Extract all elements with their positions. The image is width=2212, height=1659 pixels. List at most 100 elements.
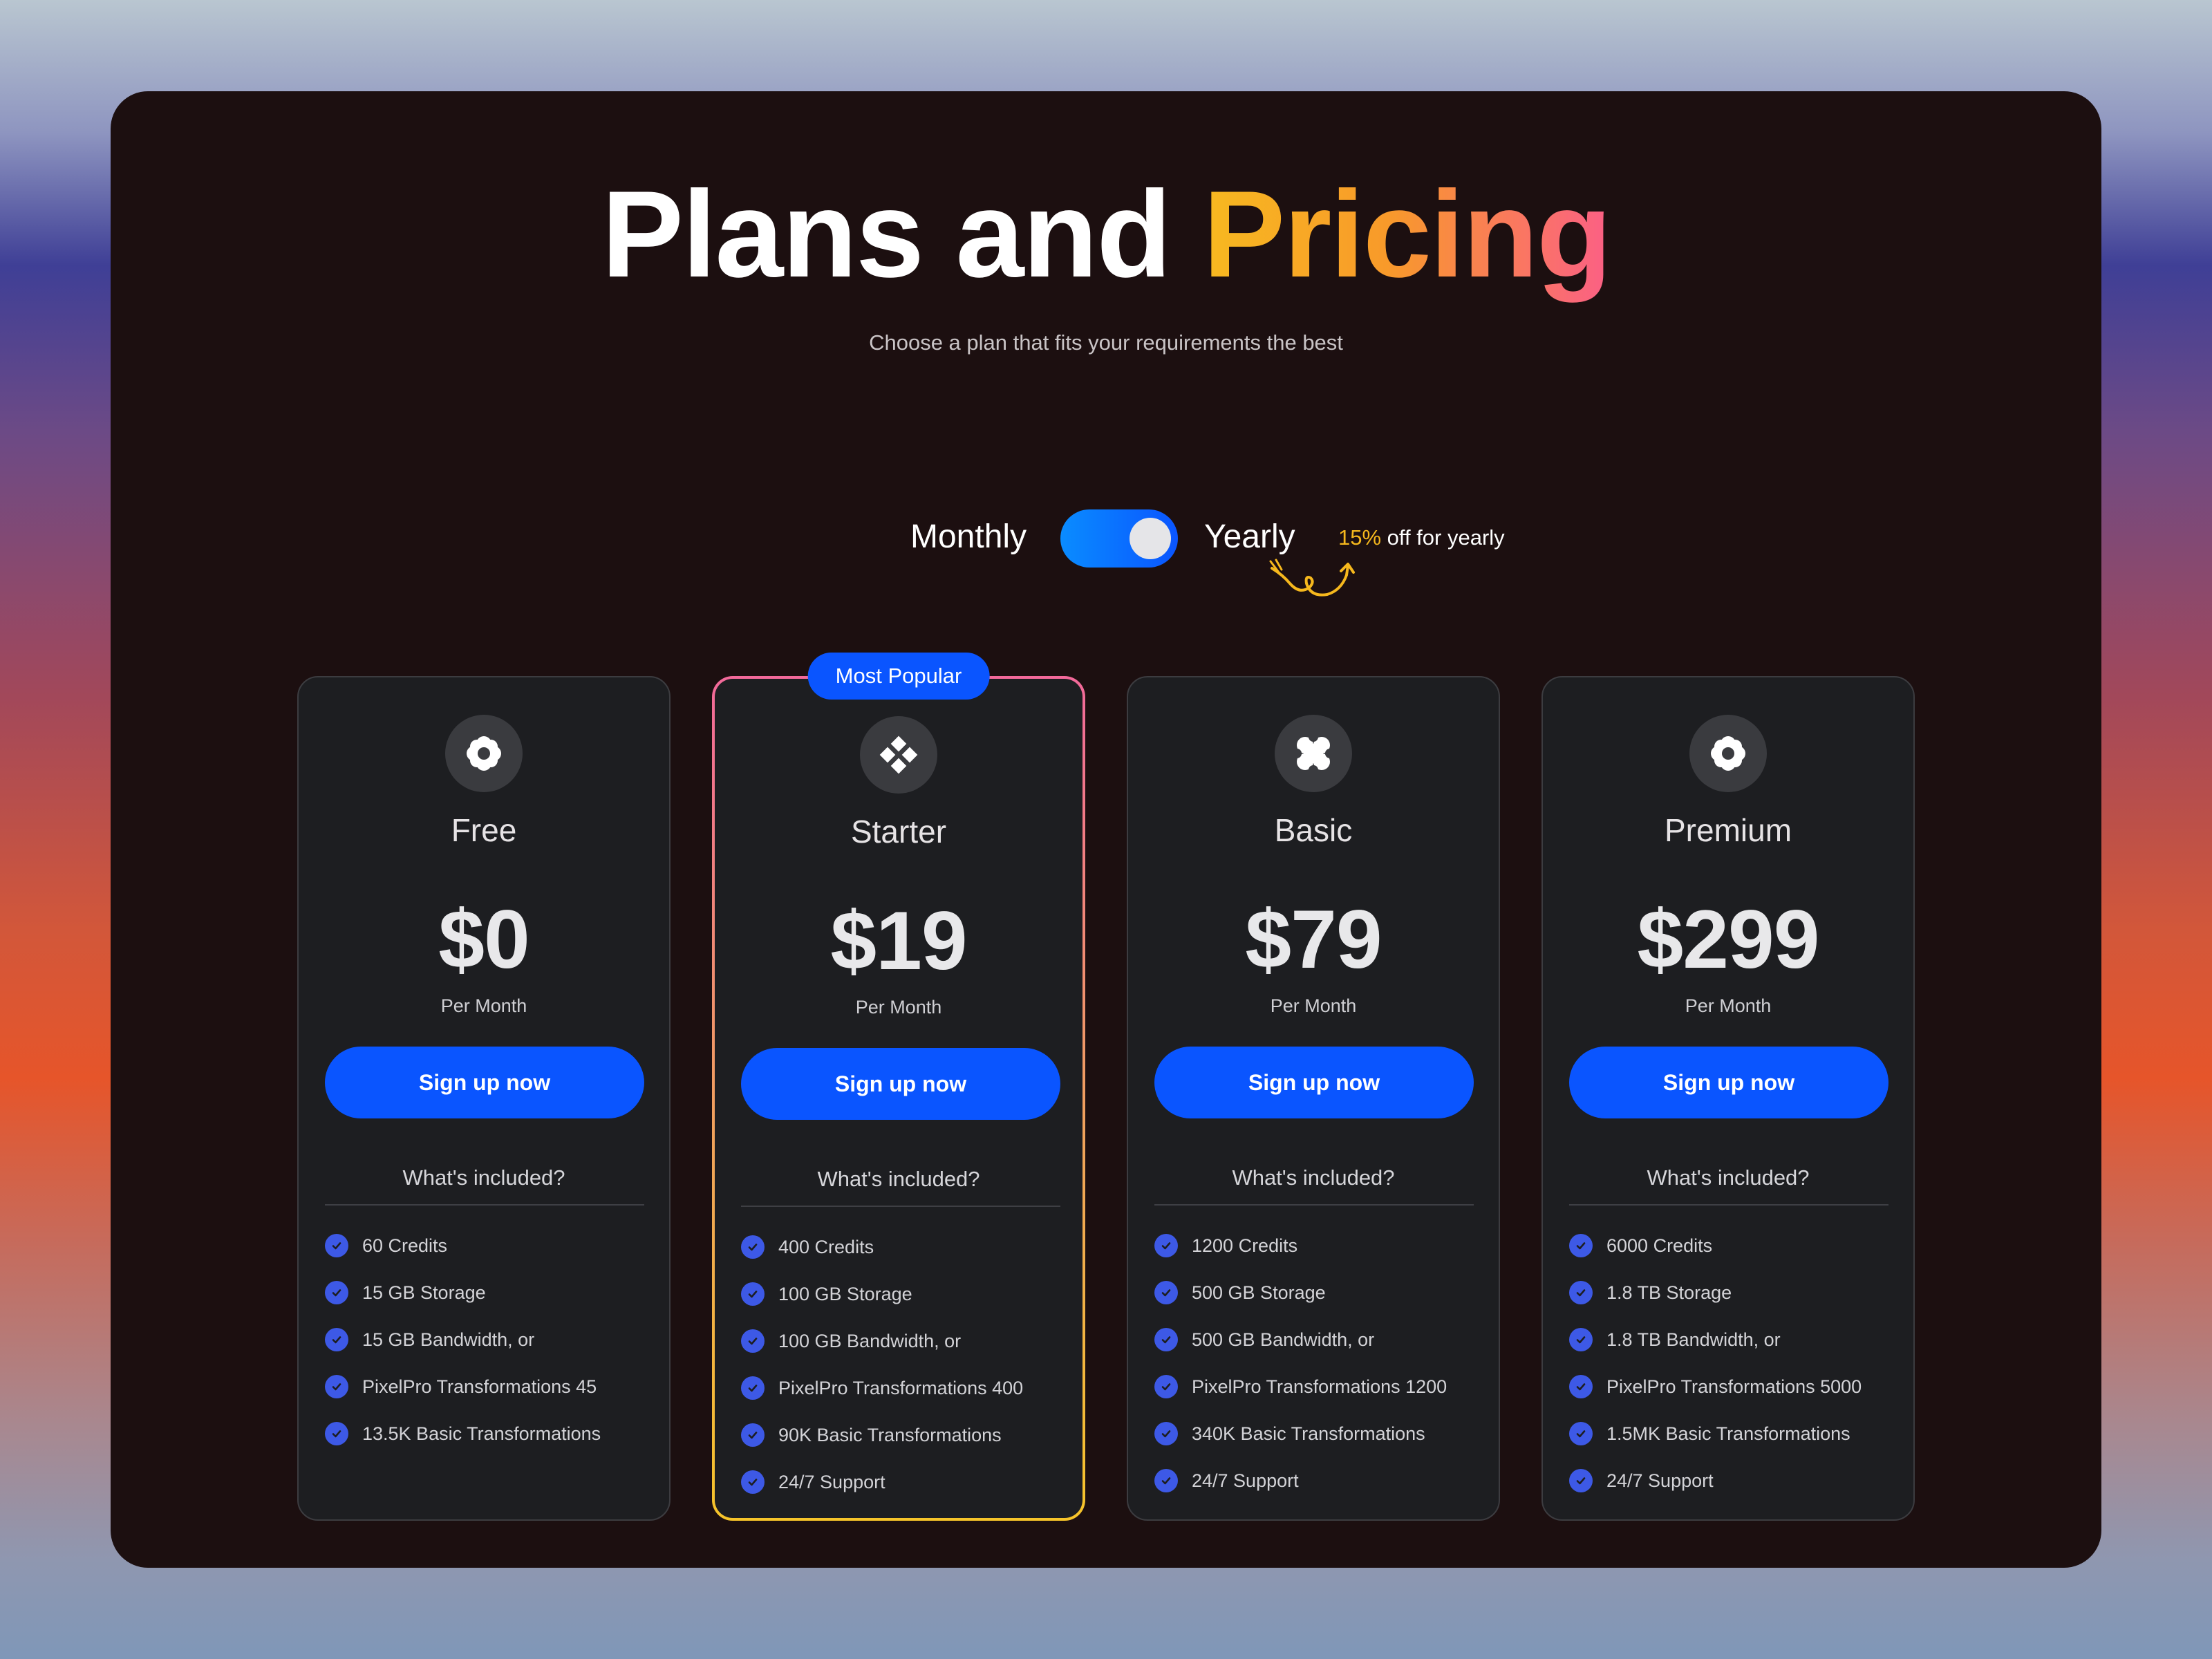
feature-text: 15 GB Storage xyxy=(362,1282,486,1303)
feature-item: 15 GB Storage xyxy=(325,1269,657,1316)
feature-list: 6000 Credits 1.8 TB Storage 1.8 TB Bandw… xyxy=(1569,1222,1901,1504)
feature-text: 1.5MK Basic Transformations xyxy=(1606,1423,1850,1444)
check-icon xyxy=(1154,1469,1178,1492)
check-icon xyxy=(1569,1375,1593,1398)
signup-button-premium[interactable]: Sign up now xyxy=(1569,1047,1888,1118)
feature-item: 6000 Credits xyxy=(1569,1222,1901,1269)
page-title: Plans and Pricing xyxy=(111,173,2101,296)
clover-icon xyxy=(1275,715,1352,792)
feature-text: 500 GB Storage xyxy=(1192,1282,1326,1303)
feature-item: 1.5MK Basic Transformations xyxy=(1569,1410,1901,1457)
plan-period: Per Month xyxy=(440,995,527,1016)
plan-card-premium: Premium $299 Per Month Sign up now What'… xyxy=(1541,676,1915,1521)
feature-item: 90K Basic Transformations xyxy=(741,1412,1073,1459)
feature-item: 15 GB Bandwidth, or xyxy=(325,1316,657,1363)
feature-text: 100 GB Storage xyxy=(778,1283,912,1304)
check-icon xyxy=(741,1423,765,1447)
feature-text: 1200 Credits xyxy=(1192,1235,1298,1256)
check-icon xyxy=(1569,1234,1593,1257)
discount-percent: 15% xyxy=(1338,525,1382,550)
feature-text: PixelPro Transformations 400 xyxy=(778,1377,1024,1398)
feature-item: 24/7 Support xyxy=(741,1459,1073,1506)
page-subtitle: Choose a plan that fits your requirement… xyxy=(869,330,1343,355)
check-icon xyxy=(1569,1469,1593,1492)
feature-text: 340K Basic Transformations xyxy=(1192,1423,1425,1444)
check-icon xyxy=(325,1234,348,1257)
divider xyxy=(741,1206,1060,1207)
signup-button-basic[interactable]: Sign up now xyxy=(1154,1047,1474,1118)
plan-name: Basic xyxy=(1274,812,1353,848)
plan-name: Premium xyxy=(1664,812,1792,848)
feature-text: 24/7 Support xyxy=(1606,1470,1714,1491)
plan-period: Per Month xyxy=(1270,995,1357,1016)
billing-switch: Monthly Yearly 15% off for yearly xyxy=(111,416,2101,597)
feature-item: PixelPro Transformations 45 xyxy=(325,1363,657,1410)
toggle-knob xyxy=(1130,518,1171,559)
check-icon xyxy=(1154,1422,1178,1445)
included-heading: What's included? xyxy=(817,1167,980,1191)
feature-text: 400 Credits xyxy=(778,1236,874,1257)
plan-name: Free xyxy=(451,812,517,848)
feature-text: 500 GB Bandwidth, or xyxy=(1192,1329,1375,1350)
included-heading: What's included? xyxy=(1647,1165,1810,1190)
plan-cards: Free $0 Per Month Sign up now What's inc… xyxy=(297,583,1915,1521)
plan-period: Per Month xyxy=(1685,995,1772,1016)
feature-item: 1.8 TB Storage xyxy=(1569,1269,1901,1316)
feature-text: PixelPro Transformations 5000 xyxy=(1606,1376,1862,1397)
divider xyxy=(1154,1204,1474,1206)
included-heading: What's included? xyxy=(402,1165,565,1190)
feature-item: 13.5K Basic Transformations xyxy=(325,1410,657,1457)
check-icon xyxy=(741,1376,765,1400)
check-icon xyxy=(1569,1328,1593,1351)
check-icon xyxy=(1154,1375,1178,1398)
check-icon xyxy=(325,1328,348,1351)
feature-item: 500 GB Bandwidth, or xyxy=(1154,1316,1486,1363)
plan-period: Per Month xyxy=(855,997,942,1018)
check-icon xyxy=(1569,1281,1593,1304)
feature-list: 1200 Credits 500 GB Storage 500 GB Bandw… xyxy=(1154,1222,1486,1504)
plan-card-basic: Basic $79 Per Month Sign up now What's i… xyxy=(1127,676,1500,1521)
feature-item: 100 GB Storage xyxy=(741,1271,1073,1318)
check-icon xyxy=(741,1235,765,1259)
feature-text: 1.8 TB Bandwidth, or xyxy=(1606,1329,1781,1350)
included-heading: What's included? xyxy=(1232,1165,1395,1190)
check-icon xyxy=(741,1329,765,1353)
feature-item: 24/7 Support xyxy=(1154,1457,1486,1504)
check-icon xyxy=(325,1422,348,1445)
flower-icon xyxy=(445,715,523,792)
feature-text: 15 GB Bandwidth, or xyxy=(362,1329,535,1350)
monthly-label[interactable]: Monthly xyxy=(910,518,1027,556)
billing-toggle[interactable] xyxy=(1060,509,1178,568)
feature-text: 13.5K Basic Transformations xyxy=(362,1423,601,1444)
feature-text: PixelPro Transformations 1200 xyxy=(1192,1376,1447,1397)
feature-text: 24/7 Support xyxy=(778,1471,885,1492)
feature-text: 6000 Credits xyxy=(1606,1235,1713,1256)
check-icon xyxy=(741,1282,765,1306)
discount-text: off for yearly xyxy=(1381,525,1505,550)
plan-card-starter: Most Popular Starter $19 Per Month Sign … xyxy=(712,653,1085,1521)
feature-item: 1.8 TB Bandwidth, or xyxy=(1569,1316,1901,1363)
plan-price: $0 xyxy=(438,893,529,986)
check-icon xyxy=(1154,1234,1178,1257)
feature-item: 1200 Credits xyxy=(1154,1222,1486,1269)
feature-item: 400 Credits xyxy=(741,1224,1073,1271)
feature-text: PixelPro Transformations 45 xyxy=(362,1376,597,1397)
check-icon xyxy=(1154,1281,1178,1304)
feature-text: 24/7 Support xyxy=(1192,1470,1299,1491)
feature-text: 60 Credits xyxy=(362,1235,448,1256)
plan-name: Starter xyxy=(850,814,947,850)
feature-item: 340K Basic Transformations xyxy=(1154,1410,1486,1457)
pricing-panel: Plans and Pricing Choose a plan that fit… xyxy=(111,91,2101,1568)
feature-item: PixelPro Transformations 400 xyxy=(741,1365,1073,1412)
plan-price: $299 xyxy=(1637,893,1820,986)
yearly-label[interactable]: Yearly xyxy=(1204,518,1295,556)
check-icon xyxy=(1569,1422,1593,1445)
feature-list: 60 Credits 15 GB Storage 15 GB Bandwidth… xyxy=(325,1222,657,1457)
plan-card-free: Free $0 Per Month Sign up now What's inc… xyxy=(297,676,671,1521)
check-icon xyxy=(1154,1328,1178,1351)
feature-text: 90K Basic Transformations xyxy=(778,1424,1002,1445)
signup-button-starter[interactable]: Sign up now xyxy=(741,1048,1060,1120)
check-icon xyxy=(325,1281,348,1304)
flower-icon xyxy=(1689,715,1767,792)
signup-button-free[interactable]: Sign up now xyxy=(325,1047,644,1118)
